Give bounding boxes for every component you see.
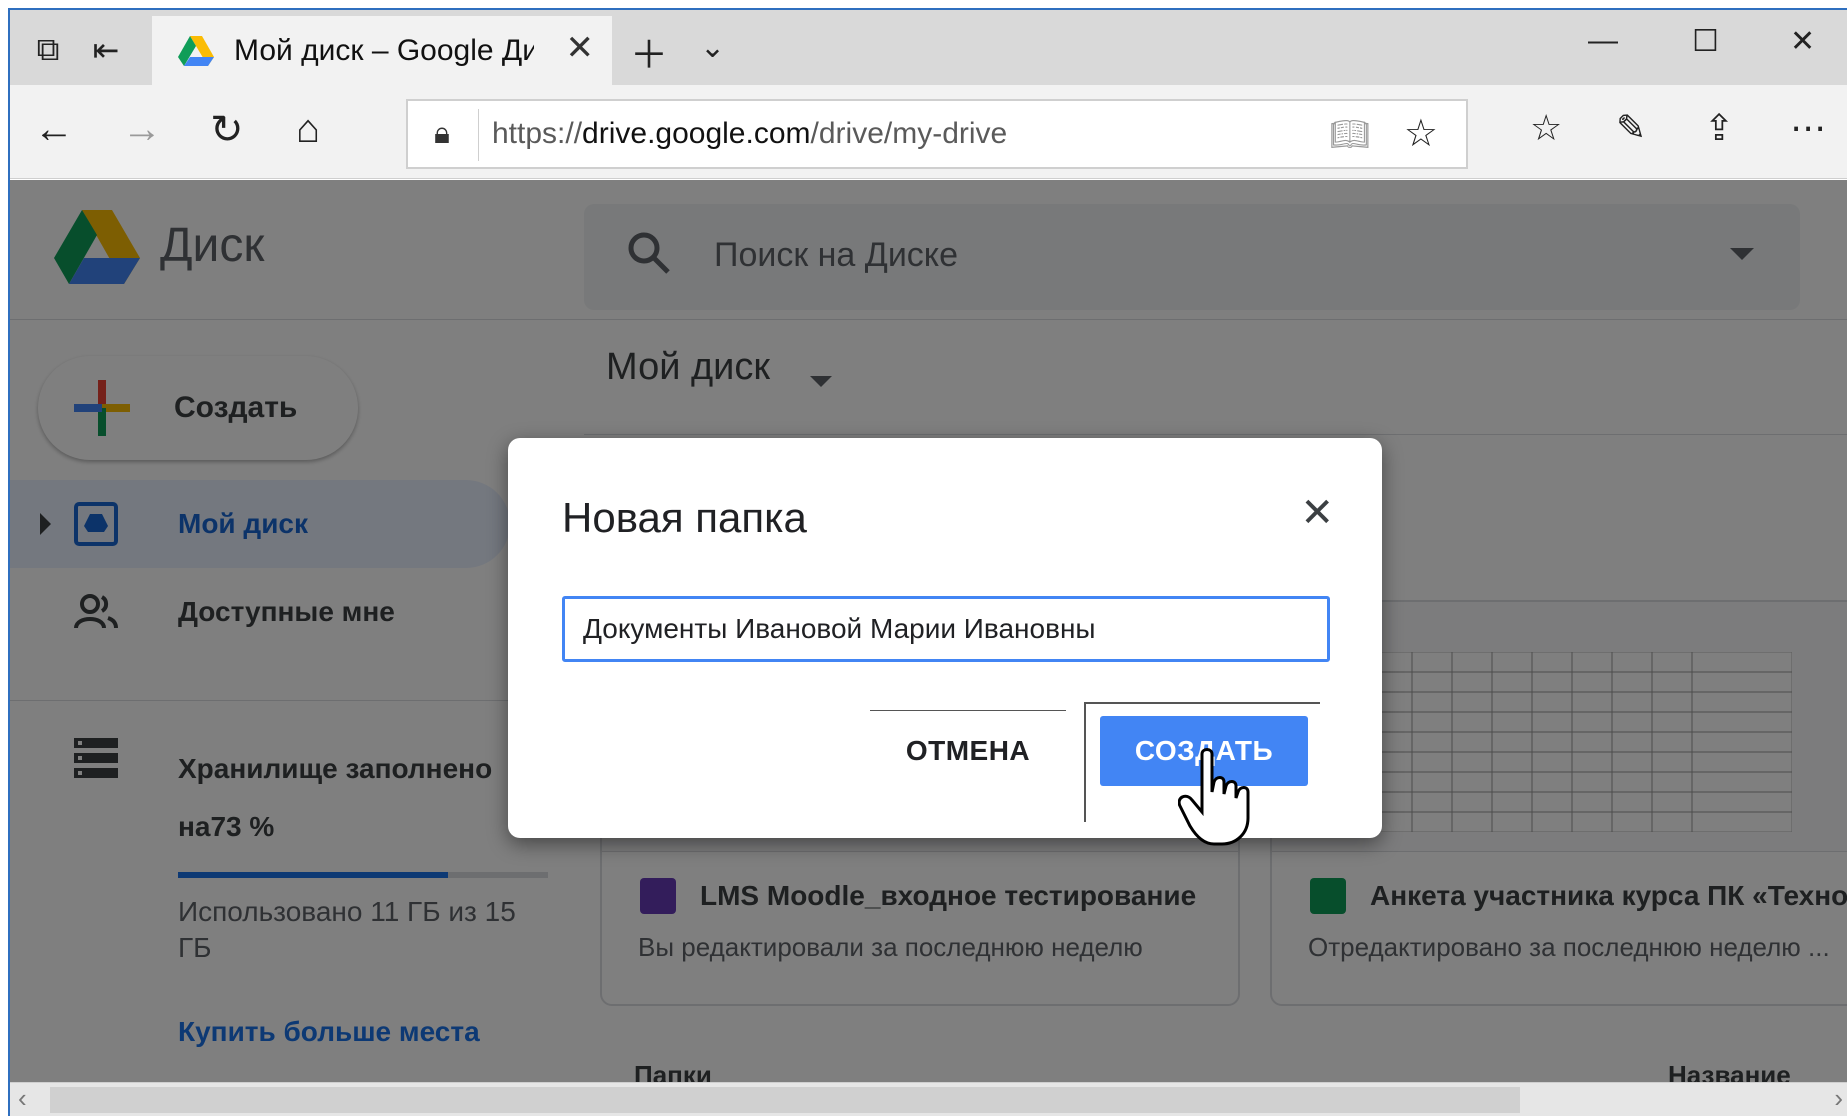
favorite-star-icon[interactable]: ☆ [1404,111,1438,156]
url-path: /drive/my-drive [810,117,1008,150]
back-icon[interactable]: ← [34,107,74,152]
folder-name-input[interactable] [562,596,1330,662]
maximize-icon[interactable]: ☐ [1692,24,1719,59]
address-bar-row: ← → ↻ ⌂ 🔒︎ https://drive.google.com/driv… [10,85,1847,179]
scrollbar-thumb[interactable] [50,1087,1520,1113]
address-separator [478,109,479,161]
scroll-left-icon[interactable]: ‹ [18,1083,27,1114]
url-prefix: https:// [492,117,583,150]
refresh-icon[interactable]: ↻ [210,107,244,153]
home-icon[interactable]: ⌂ [296,107,320,152]
reading-view-icon[interactable]: 📖︎ [1329,115,1370,153]
url-text[interactable]: https://drive.google.com/drive/my-drive [492,117,1007,151]
set-aside-tabs-icon[interactable]: ⇤ [76,24,136,76]
new-tab-icon[interactable]: ＋ [630,24,668,79]
favorites-list-icon[interactable]: ☆ [1530,107,1562,149]
share-icon[interactable]: ⇪ [1704,107,1734,149]
cancel-button[interactable]: ОТМЕНА [870,716,1066,786]
minimize-icon[interactable]: — [1588,24,1618,58]
lock-icon: 🔒︎ [434,117,450,150]
pen-icon[interactable]: ✎ [1616,107,1646,149]
horizontal-scrollbar[interactable]: ‹ › [10,1082,1847,1116]
tab-title: Мой диск – Google Ди [234,33,534,67]
tab-bar: ⧉ ⇤ Мой диск – Google Ди ✕ ＋ ⌄ — ☐ ✕ [10,10,1847,85]
browser-window: ⧉ ⇤ Мой диск – Google Ди ✕ ＋ ⌄ — ☐ ✕ ← →… [8,8,1847,1116]
url-host: drive.google.com [582,117,811,150]
forward-icon[interactable]: → [122,107,162,152]
google-drive-favicon-icon [178,35,214,66]
tab-actions-icon[interactable]: ⧉ [18,24,78,76]
tab-active[interactable]: Мой диск – Google Ди ✕ [152,16,612,85]
decoration-line [870,710,1066,711]
scroll-right-icon[interactable]: › [1834,1083,1843,1114]
close-tab-icon[interactable]: ✕ [566,28,595,68]
address-bar[interactable]: 🔒︎ https://drive.google.com/drive/my-dri… [406,99,1468,169]
more-icon[interactable]: ⋯ [1790,107,1826,149]
hand-cursor-icon [1178,748,1250,846]
close-icon[interactable]: ✕ [1300,490,1334,536]
dialog-title: Новая папка [562,494,807,541]
chevron-down-icon[interactable]: ⌄ [700,30,725,65]
close-window-icon[interactable]: ✕ [1790,24,1815,59]
